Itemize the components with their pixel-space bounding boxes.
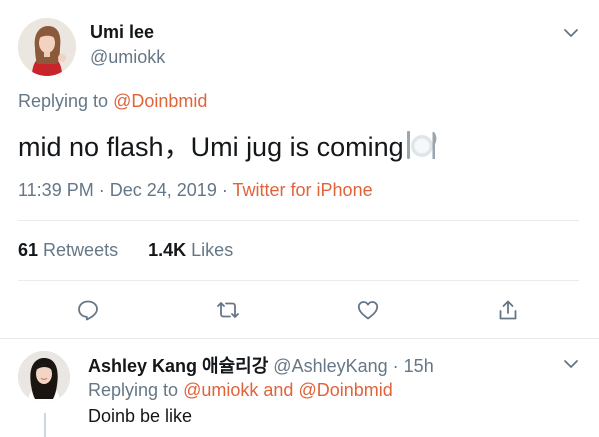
retweet-icon[interactable] — [214, 296, 242, 324]
retweets-stat[interactable]: 61 Retweets — [18, 240, 123, 260]
replying-prefix: Replying to — [18, 91, 109, 111]
divider — [18, 220, 579, 221]
reply-display-name[interactable]: Ashley Kang 애슐리강 — [88, 356, 268, 376]
reply-header: Ashley Kang 애슐리강 @AshleyKang · 15h — [88, 352, 434, 378]
fork-knife-plate-icon — [405, 129, 439, 161]
reply-text: Doinb be like — [88, 406, 193, 426]
main-tweet: Umi lee @umiokk Replying to @Doinbmid mi… — [0, 0, 599, 339]
mention-link[interactable]: @umiokk — [183, 380, 258, 400]
retweets-label: Retweets — [43, 240, 119, 260]
divider — [18, 280, 579, 281]
avatar[interactable] — [18, 18, 76, 76]
meta-separator: · — [221, 180, 228, 200]
replying-to: Replying to @umiokk and @Doinbmid — [88, 380, 393, 401]
chevron-down-icon[interactable] — [561, 354, 581, 374]
reply-time[interactable]: 15h — [404, 356, 434, 376]
mention-link[interactable]: @Doinbmid — [113, 91, 207, 111]
chevron-down-icon[interactable] — [561, 23, 581, 43]
tweet-body: mid no flash，Umi jug is coming — [18, 132, 404, 162]
heart-icon[interactable] — [354, 296, 382, 324]
reply-icon[interactable] — [74, 296, 102, 324]
display-name[interactable]: Umi lee — [90, 22, 154, 43]
meta-separator: · — [98, 180, 105, 200]
replying-prefix: Replying to — [88, 380, 179, 400]
tweet-source[interactable]: Twitter for iPhone — [233, 180, 373, 200]
tweet-time[interactable]: 11:39 PM — [18, 180, 94, 200]
replying-to: Replying to @Doinbmid — [18, 91, 207, 112]
share-icon[interactable] — [494, 296, 522, 324]
reply-tweet[interactable]: Ashley Kang 애슐리강 @AshleyKang · 15h Reply… — [0, 339, 599, 437]
tweet-text: mid no flash，Umi jug is coming — [18, 125, 439, 164]
likes-count: 1.4K — [148, 240, 187, 260]
tweet-meta: 11:39 PM · Dec 24, 2019 · Twitter for iP… — [18, 180, 373, 201]
avatar-image — [18, 351, 70, 403]
handle[interactable]: @umiokk — [90, 47, 165, 68]
tweet-date[interactable]: Dec 24, 2019 — [110, 180, 217, 200]
avatar[interactable] — [18, 351, 70, 403]
reply-handle[interactable]: @AshleyKang — [273, 356, 387, 376]
tweet-stats: 61 Retweets 1.4K Likes — [18, 240, 233, 261]
mention-link[interactable]: @Doinbmid — [298, 380, 392, 400]
header-separator: · — [392, 356, 399, 376]
avatar-image — [18, 18, 76, 76]
retweets-count: 61 — [18, 240, 39, 260]
thread-line — [44, 413, 46, 437]
likes-label: Likes — [191, 240, 234, 260]
likes-stat[interactable]: 1.4K Likes — [148, 240, 233, 260]
replying-conjunction: and — [263, 380, 294, 400]
